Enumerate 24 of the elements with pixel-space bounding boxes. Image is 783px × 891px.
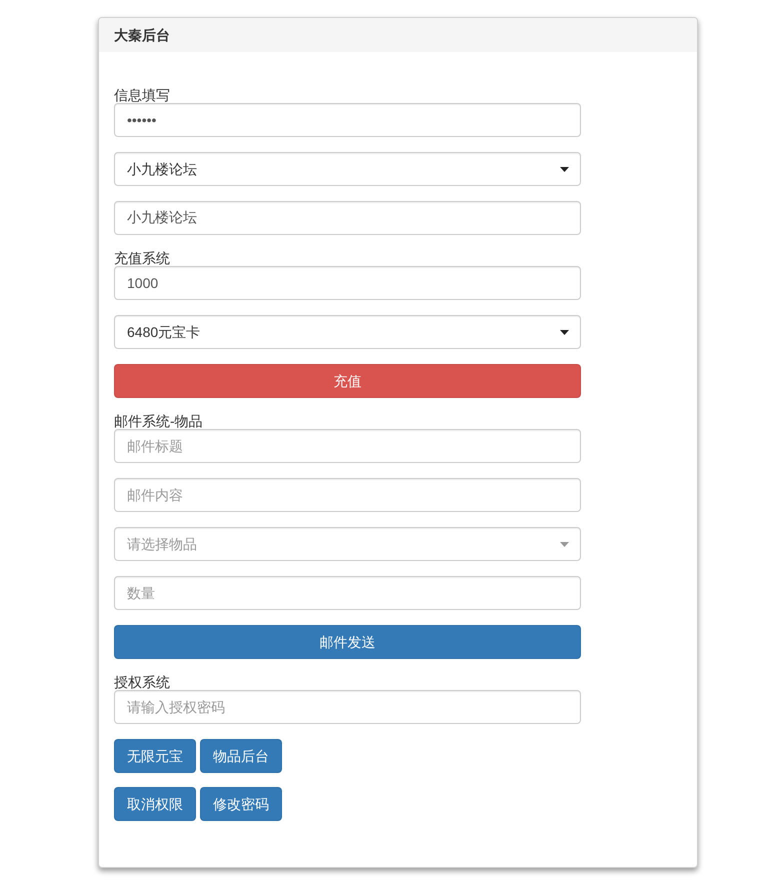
password-field[interactable]: •••••• [114,103,581,137]
action-button[interactable]: 邮件发送 [114,625,581,659]
action-button[interactable]: 取消权限 [114,787,196,821]
input-field[interactable]: 邮件内容 [114,478,581,512]
input-field[interactable]: 1000 [114,266,581,300]
input-field[interactable]: 邮件标题 [114,429,581,463]
input-field[interactable]: 小九楼论坛 [114,201,581,235]
caret-icon [560,330,569,335]
action-button[interactable]: 充值 [114,364,581,398]
action-button[interactable]: 修改密码 [200,787,282,821]
caret-icon [560,542,569,547]
input-field[interactable]: 数量 [114,576,581,610]
dropdown-field[interactable]: 请选择物品 [114,527,581,561]
section-label: 邮件系统-物品 [114,413,203,429]
section-label: 信息填写 [114,87,170,103]
section-label: 授权系统 [114,674,170,690]
input-field[interactable]: 请输入授权密码 [114,690,581,724]
panel-title: 大秦后台 [114,27,170,43]
dropdown-field[interactable]: 小九楼论坛 [114,152,581,186]
action-button[interactable]: 物品后台 [200,739,282,773]
action-button[interactable]: 无限元宝 [114,739,196,773]
section-label: 充值系统 [114,250,170,266]
dropdown-field[interactable]: 6480元宝卡 [114,315,581,349]
caret-icon [560,167,569,172]
